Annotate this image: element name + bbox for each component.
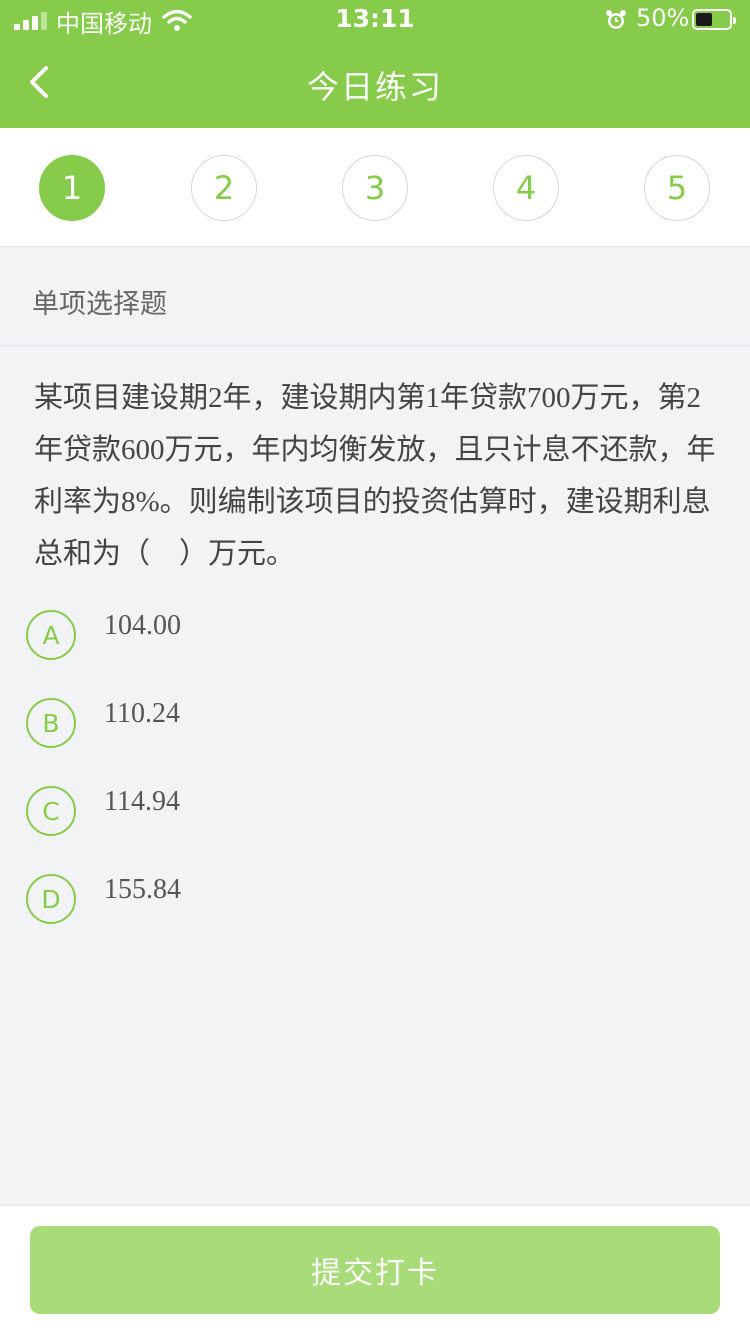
step-1-button[interactable]: 1	[39, 155, 105, 221]
question-type-label: 单项选择题	[32, 289, 167, 320]
practice-page: 中国移动 13:11 50% 今日练习 1 2 3 4 5 单项选择题 某项目建…	[0, 0, 750, 1334]
option-b-letter: B	[26, 698, 76, 748]
battery-icon	[692, 9, 736, 30]
question-step-nav: 1 2 3 4 5	[0, 128, 750, 247]
app-header: 中国移动 13:11 50% 今日练习	[0, 0, 750, 128]
option-a-letter: A	[26, 610, 76, 660]
step-2-button[interactable]: 2	[191, 155, 257, 221]
battery-fill	[696, 13, 712, 26]
submit-checkin-button[interactable]: 提交打卡	[30, 1226, 720, 1314]
option-d-letter: D	[26, 874, 76, 924]
step-4-button[interactable]: 4	[493, 155, 559, 221]
battery-nub	[733, 17, 736, 24]
question-text: 某项目建设期2年，建设期内第1年贷款700万元，第2年贷款600万元，年内均衡发…	[34, 382, 716, 570]
status-bar: 中国移动 13:11 50%	[0, 0, 750, 40]
step-3-button[interactable]: 3	[342, 155, 408, 221]
battery-percent: 50%	[636, 4, 690, 32]
option-a[interactable]: A 104.00	[26, 610, 726, 662]
alarm-clock-icon	[606, 10, 626, 29]
option-c-text: 114.94	[104, 786, 180, 817]
option-c-letter: C	[26, 786, 76, 836]
option-d[interactable]: D 155.84	[26, 874, 726, 926]
option-b-text: 110.24	[104, 698, 180, 729]
option-d-text: 155.84	[104, 874, 181, 905]
option-a-text: 104.00	[104, 610, 181, 641]
page-title: 今日练习	[306, 68, 443, 106]
option-c[interactable]: C 114.94	[26, 786, 726, 838]
option-b[interactable]: B 110.24	[26, 698, 726, 750]
step-5-button[interactable]: 5	[644, 155, 710, 221]
question-type-bar: 单项选择题	[0, 248, 750, 346]
bottom-bar: 提交打卡	[0, 1205, 750, 1334]
